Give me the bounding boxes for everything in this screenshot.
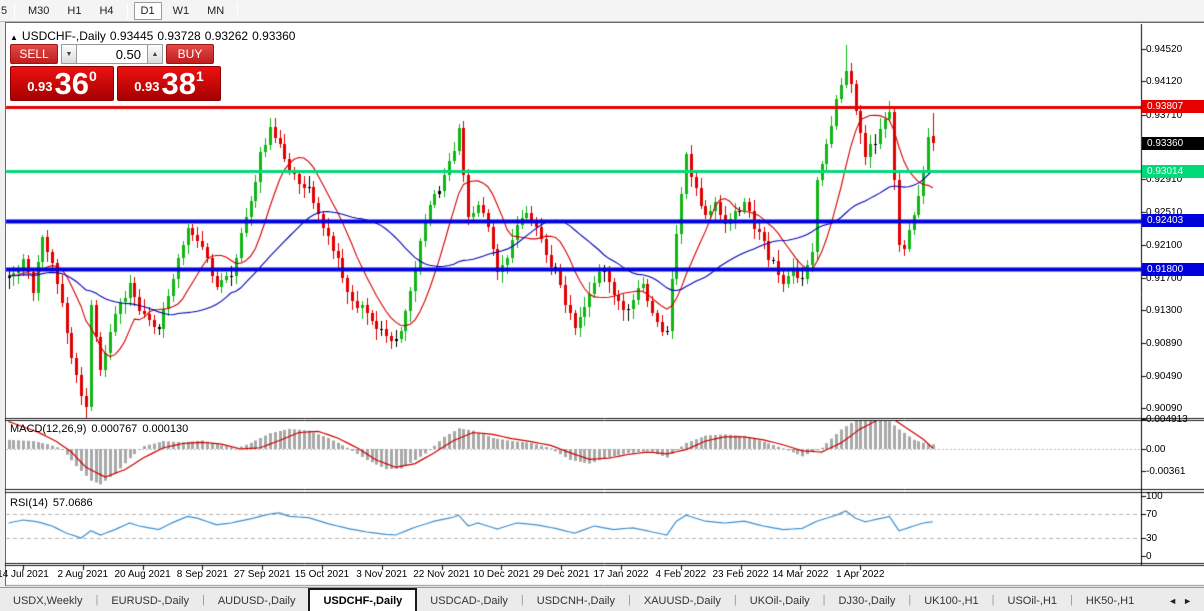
volume-decrease-button[interactable]: ▼ bbox=[61, 44, 77, 64]
sell-button[interactable]: SELL bbox=[10, 44, 58, 64]
macd-axis-tick: -0.00361 bbox=[1146, 466, 1186, 477]
rsi-axis-tick: 30 bbox=[1146, 533, 1158, 544]
timeframe-button-d1[interactable]: D1 bbox=[133, 1, 162, 20]
rsi-value: 57.0686 bbox=[52, 497, 93, 509]
one-click-trade-panel: SELL ▼ ▲ BUY 0.93 36 0 0.93 38 1 bbox=[10, 44, 222, 101]
price-axis-tick: 0.94520 bbox=[1146, 44, 1183, 55]
chart-symbol-label: USDCHF-,Daily bbox=[21, 29, 106, 43]
sell-price-main: 36 bbox=[54, 66, 89, 101]
buy-price-prefix: 0.93 bbox=[134, 79, 160, 94]
macd-signal-value: 0.000130 bbox=[142, 423, 189, 435]
chart-title: ▲ USDCHF-,Daily 0.93445 0.93728 0.93262 0.933… bbox=[10, 29, 299, 43]
rsi-header: RSI(14) 57.0686 bbox=[10, 497, 98, 509]
rsi-axis-tick: 0 bbox=[1146, 551, 1152, 562]
rsi-axis-tick: 100 bbox=[1146, 491, 1163, 502]
ohlc-close: 0.93360 bbox=[252, 29, 296, 43]
ohlc-low: 0.93262 bbox=[204, 29, 249, 43]
macd-axis-tick: 0.00 bbox=[1146, 444, 1166, 455]
macd-main-value: 0.000767 bbox=[91, 423, 138, 435]
buy-price-pipette: 1 bbox=[196, 68, 204, 84]
timeframe-toolbar: 5 M30 H1 H4 D1 W1 MN bbox=[0, 0, 1204, 22]
current-price-label: 0.93360 bbox=[1142, 136, 1204, 150]
sell-price-prefix: 0.93 bbox=[27, 79, 53, 94]
timeframe-button-h1[interactable]: H1 bbox=[60, 2, 88, 20]
price-axis-tick: 0.90490 bbox=[1146, 370, 1183, 382]
timeframe-button-m30[interactable]: M30 bbox=[21, 2, 56, 20]
buy-price-box[interactable]: 0.93 38 1 bbox=[117, 66, 221, 101]
price-axis-tick: 0.90890 bbox=[1146, 338, 1183, 350]
macd-header: MACD(12,26,9) 0.000767 0.000130 bbox=[10, 423, 193, 435]
ohlc-high: 0.93728 bbox=[157, 29, 201, 43]
sell-price-pipette: 0 bbox=[89, 68, 97, 84]
collapse-trade-panel-icon[interactable]: ▲ bbox=[10, 33, 18, 42]
macd-label: MACD(12,26,9) bbox=[10, 423, 87, 435]
price-axis-tick: 0.92100 bbox=[1146, 240, 1183, 252]
toolbar-separator bbox=[237, 2, 239, 19]
volume-increase-button[interactable]: ▲ bbox=[147, 44, 163, 64]
ohlc-open: 0.93445 bbox=[109, 29, 154, 43]
level-price-label: 0.93807 bbox=[1142, 100, 1204, 114]
price-axis-tick: 0.91300 bbox=[1146, 304, 1183, 316]
buy-price-main: 38 bbox=[161, 66, 196, 101]
timeframe-button-h4[interactable]: H4 bbox=[92, 2, 120, 20]
sell-price-box[interactable]: 0.93 36 0 bbox=[10, 66, 114, 101]
level-price-label: 0.93014 bbox=[1142, 164, 1204, 178]
level-price-label: 0.91800 bbox=[1142, 262, 1204, 276]
toolbar-separator bbox=[14, 2, 15, 19]
timeframe-button-w1[interactable]: W1 bbox=[166, 2, 197, 20]
buy-button[interactable]: BUY bbox=[166, 44, 214, 64]
price-axis-tick: 0.90090 bbox=[1146, 402, 1183, 414]
clipped-timeframe-button[interactable]: 5 bbox=[1, 5, 10, 17]
toolbar-separator bbox=[126, 2, 128, 19]
date-axis-label: 1 Apr 2022 bbox=[836, 569, 885, 580]
timeframe-button-mn[interactable]: MN bbox=[200, 2, 231, 20]
macd-axis-tick: 0.004913 bbox=[1146, 414, 1188, 426]
rsi-label: RSI(14) bbox=[10, 497, 48, 509]
trading-terminal: 5 M30 H1 H4 D1 W1 MN ▲ USDCHF-,Daily 0.93445 0.9… bbox=[0, 0, 1204, 611]
price-axis-tick: 0.94120 bbox=[1146, 76, 1183, 88]
volume-input[interactable] bbox=[77, 44, 147, 64]
rsi-axis-tick: 70 bbox=[1146, 509, 1158, 520]
level-price-label: 0.92403 bbox=[1142, 214, 1204, 228]
